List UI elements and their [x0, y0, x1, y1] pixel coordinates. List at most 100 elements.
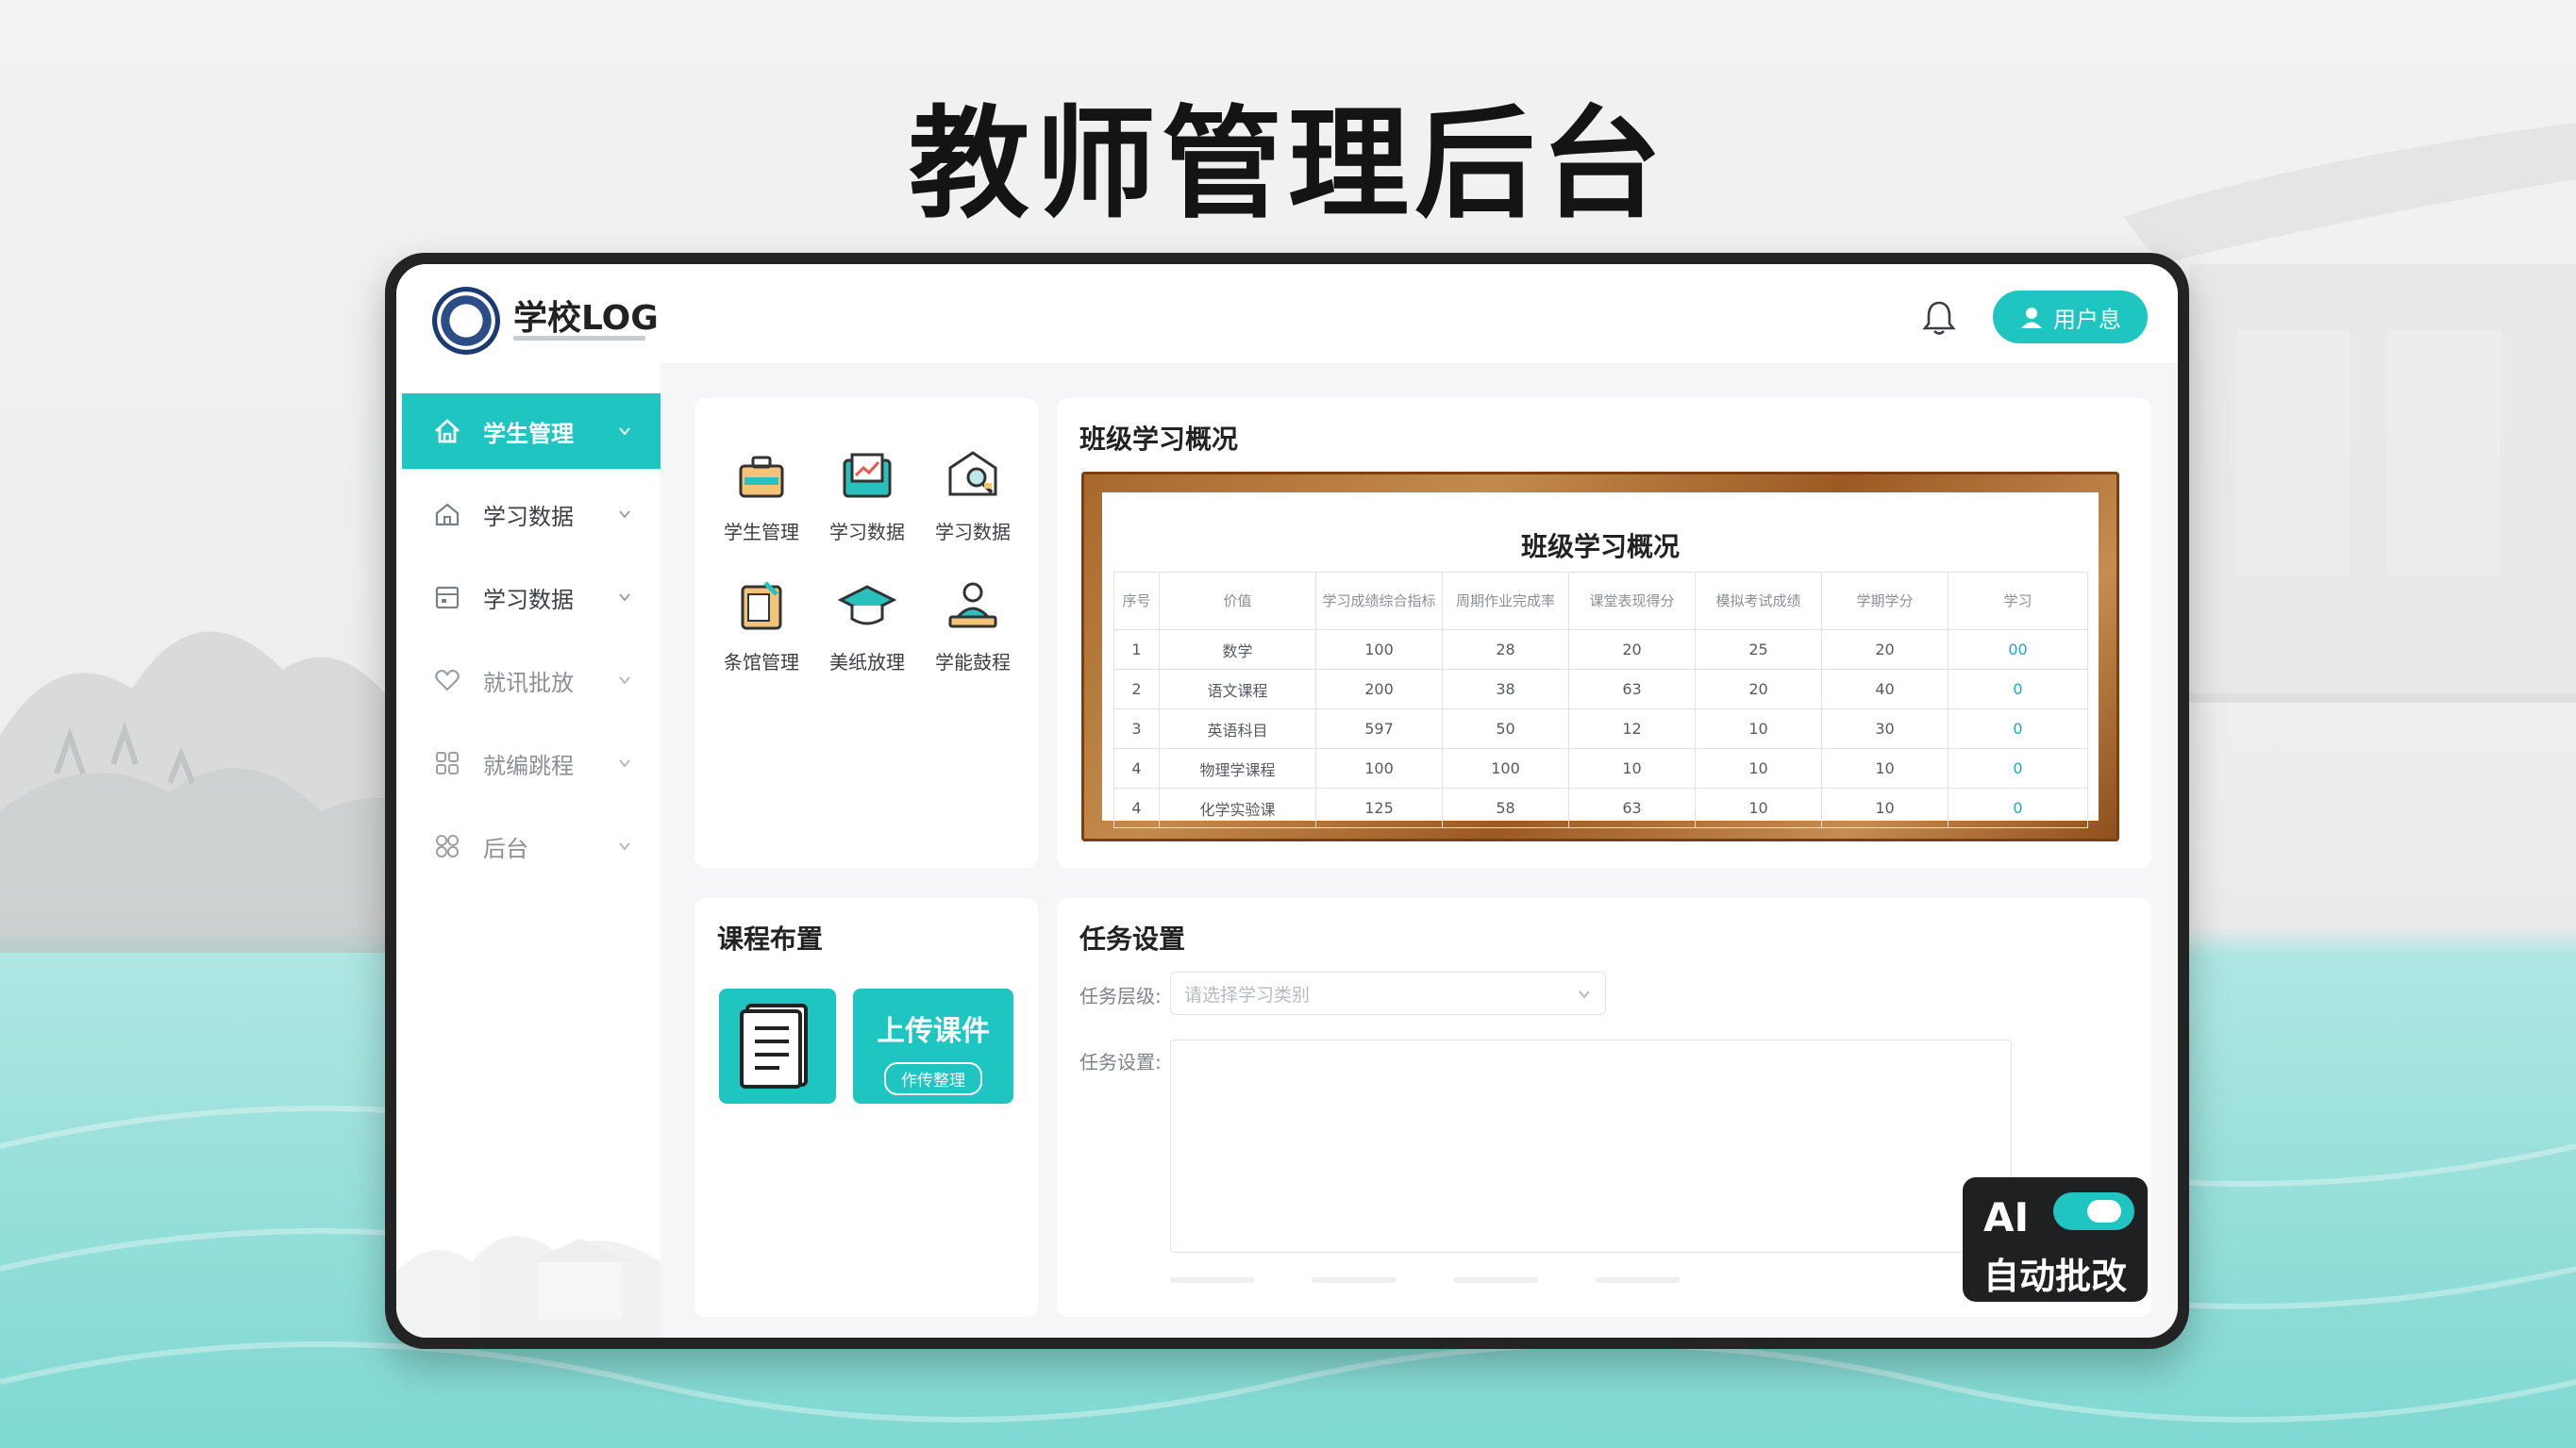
wooden-frame: 班级学习概况 序号 价值 学习成绩综合指标 周期作业完成率 课堂表现得分 模拟考… [1081, 472, 2119, 841]
sidebar-item-label: 就编跳程 [483, 752, 574, 779]
table-cell: 4 [1113, 748, 1160, 789]
toggle-switch[interactable] [2053, 1192, 2134, 1230]
table-cell: 125 [1315, 788, 1443, 828]
briefcase-icon [739, 456, 784, 498]
heart-chat-icon [435, 669, 460, 691]
graduation-cap-icon [837, 585, 897, 625]
table-cell: 20 [1695, 669, 1822, 709]
table-cell: 597 [1315, 708, 1443, 749]
user-button-label: 用户息 [2053, 306, 2121, 333]
overview-table-title: 班级学习概况 [1520, 531, 1680, 562]
table-cell: 4 [1113, 788, 1160, 828]
class-overview-card: 班级学习概况 班级学习概况 序号 价值 学习成绩综合指标 周期作业完成率 课堂表… [1057, 398, 2151, 868]
home-icon [435, 419, 460, 443]
table-row: 4 物理学课程 100 100 10 10 10 0 [1113, 748, 2088, 789]
table-link-cell[interactable]: 0 [1948, 788, 2088, 828]
quick-item-label: 学能鼓程 [935, 651, 1011, 674]
quick-item-label: 学习数据 [935, 521, 1011, 543]
table-cell: 20 [1568, 629, 1696, 670]
quick-item-clipboard[interactable]: 条馆管理 [710, 572, 813, 674]
sidebar-item-learning-data[interactable]: 学习数据 [402, 476, 661, 552]
table-row: 3 英语科目 597 50 12 10 30 0 [1113, 708, 2088, 749]
overview-card-title: 班级学习概况 [1079, 424, 1239, 455]
table-link-cell[interactable]: 0 [1948, 669, 2088, 709]
table-cell: 10 [1695, 788, 1822, 828]
page-headline: 教师管理后台 [908, 94, 1667, 235]
table-link-cell[interactable]: 0 [1948, 708, 2088, 749]
quick-item-graduation[interactable]: 美纸放理 [815, 572, 919, 674]
logo-subtitle [513, 336, 645, 341]
sidebar-item-backend[interactable]: 后台 [402, 808, 661, 884]
tablet-frame: 学校LOG 用户息 学生管理 学习数据 学习数据 就讯批放 就编跳程 后台 学生… [385, 253, 2189, 1349]
table-cell: 30 [1821, 708, 1949, 749]
user-info-button[interactable]: 用户息 [1993, 291, 2148, 343]
sidebar-item-grading[interactable]: 就讯批放 [402, 642, 661, 718]
table-cell: 50 [1442, 708, 1569, 749]
select-placeholder: 请选择学习类别 [1184, 984, 1311, 1006]
table-cell: 10 [1821, 788, 1949, 828]
course-card-title: 课程布置 [717, 924, 824, 955]
upload-button-sublabel[interactable]: 作传整理 [884, 1062, 982, 1095]
quick-access-card: 学生管理 学习数据 学习数据 条馆管理 美纸放理 学能鼓程 [694, 398, 1038, 868]
table-row: 2 语文课程 200 38 63 20 40 0 [1113, 669, 2088, 709]
course-arrangement-card: 课程布置 上传课件 作传整理 [694, 898, 1038, 1317]
quick-item-student-management[interactable]: 学生管理 [710, 441, 813, 544]
quick-item-learning-data[interactable]: 学习数据 [815, 441, 919, 544]
sidebar-item-label: 学习数据 [483, 503, 574, 530]
grid-icon [436, 752, 459, 774]
column-header: 学期学分 [1821, 572, 1949, 630]
table-row: 4 化学实验课 125 58 63 10 10 0 [1113, 788, 2088, 828]
sidebar-item-label: 后台 [483, 835, 528, 862]
chevron-down-icon [619, 427, 630, 436]
ai-label: AI [1983, 1194, 2030, 1240]
table-cell: 10 [1695, 748, 1822, 789]
table-row: 1 数学 100 28 20 25 20 00 [1113, 629, 2088, 670]
table-cell: 物理学课程 [1159, 748, 1316, 789]
courseware-document-button[interactable] [719, 989, 836, 1104]
table-cell: 25 [1695, 629, 1822, 670]
sidebar-item-student-management[interactable]: 学生管理 [402, 393, 661, 469]
upload-courseware-button[interactable]: 上传课件 作传整理 [853, 989, 1013, 1104]
toggle-knob [2087, 1200, 2121, 1223]
sidebar-item-learning-data-2[interactable]: 学习数据 [402, 559, 661, 635]
quick-item-label: 条馆管理 [724, 651, 799, 674]
column-header: 模拟考试成绩 [1695, 572, 1822, 630]
logo-title: 学校LOG [513, 299, 659, 338]
table-cell: 英语科目 [1159, 708, 1316, 749]
table-cell: 100 [1315, 748, 1443, 789]
task-card-title: 任务设置 [1079, 924, 1186, 955]
ai-auto-grading-toggle[interactable]: AI 自动批改 [1963, 1177, 2148, 1302]
sidebar-item-label: 就讯批放 [483, 669, 574, 696]
table-cell: 20 [1821, 629, 1949, 670]
column-header: 学习 [1948, 572, 2088, 630]
person-desk-icon [948, 582, 997, 628]
chevron-down-icon [619, 759, 630, 768]
app-header: 学校LOG 用户息 [396, 264, 2178, 363]
task-content-textarea[interactable] [1170, 1040, 2012, 1253]
sidebar-item-course-schedule[interactable]: 就编跳程 [402, 725, 661, 801]
table-cell: 数学 [1159, 629, 1316, 670]
table-cell: 2 [1113, 669, 1160, 709]
task-category-label: 任务层级: [1079, 985, 1162, 1007]
school-emblem-icon [432, 287, 500, 355]
table-cell: 1 [1113, 629, 1160, 670]
column-header: 序号 [1113, 572, 1160, 630]
table-link-cell[interactable]: 0 [1948, 748, 2088, 789]
quick-item-learning-data-2[interactable]: 学习数据 [921, 441, 1025, 544]
clipboard-icon [741, 581, 782, 630]
task-category-select[interactable]: 请选择学习类别 [1170, 972, 1606, 1015]
landscape-decoration [396, 1236, 661, 1338]
upload-button-label: 上传课件 [877, 1015, 990, 1048]
bell-icon[interactable] [1921, 299, 1957, 337]
quick-item-teacher-desk[interactable]: 学能鼓程 [921, 572, 1025, 674]
table-cell: 58 [1442, 788, 1569, 828]
table-link-cell[interactable]: 00 [1948, 629, 2088, 670]
table-cell: 40 [1821, 669, 1949, 709]
sidebar-item-label: 学习数据 [483, 586, 574, 613]
ai-caption: 自动批改 [1983, 1256, 2128, 1297]
home-outline-icon [435, 503, 460, 526]
table-cell: 10 [1695, 708, 1822, 749]
task-content-label: 任务设置: [1079, 1051, 1162, 1074]
chevron-down-icon [619, 593, 630, 602]
chevron-down-icon [619, 510, 630, 519]
